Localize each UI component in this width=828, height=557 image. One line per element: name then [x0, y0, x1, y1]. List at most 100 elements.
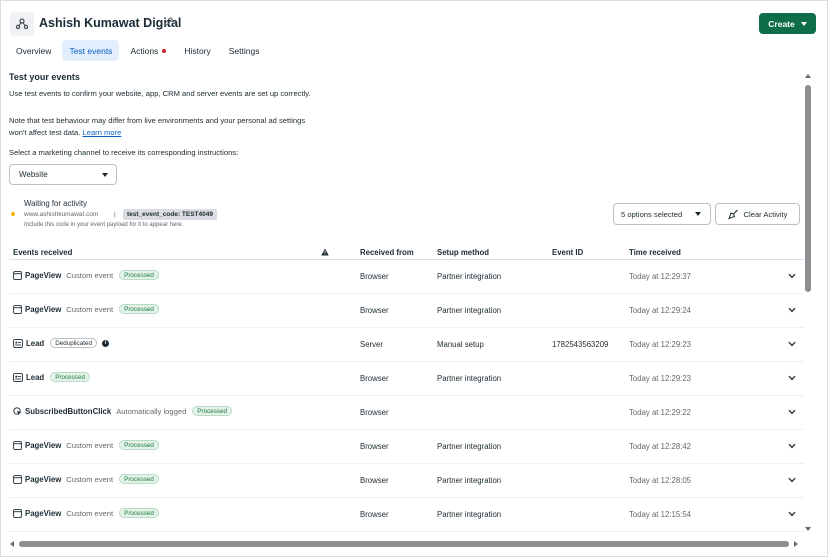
status-badge: Processed	[50, 372, 90, 382]
chevron-down-icon[interactable]	[788, 340, 796, 349]
table-row[interactable]: SubscribedButtonClick Automatically logge…	[9, 396, 804, 430]
scroll-up-arrow-icon[interactable]	[805, 74, 811, 78]
clear-activity-button[interactable]: Clear Activity	[715, 203, 800, 225]
chevron-down-icon[interactable]	[788, 374, 796, 383]
received-from-cell: Browser	[360, 374, 389, 383]
event-cell: PageView Custom event Processed	[13, 474, 159, 484]
event-type: Automatically logged	[116, 406, 187, 416]
filter-options-select[interactable]: 5 options selected	[613, 203, 711, 225]
chevron-down-icon[interactable]	[788, 306, 796, 315]
status-badge: Processed	[119, 270, 159, 280]
event-cell: SubscribedButtonClick Automatically logge…	[13, 406, 233, 416]
received-from-cell: Browser	[360, 408, 389, 417]
event-id-cell: 1782543563209	[552, 340, 609, 349]
learn-more-link[interactable]: Learn more	[83, 128, 122, 137]
horizontal-scrollbar[interactable]	[9, 539, 804, 549]
tab-label: Settings	[228, 45, 260, 56]
tab-settings[interactable]: Settings	[222, 40, 267, 61]
page-icon	[13, 440, 22, 450]
marketing-channel-select[interactable]: Website	[9, 164, 117, 185]
chevron-down-icon[interactable]	[788, 408, 796, 417]
event-name: PageView	[25, 270, 62, 280]
tab-label: Test events	[69, 45, 113, 56]
event-name: PageView	[25, 474, 62, 484]
received-from-cell: Browser	[360, 510, 389, 519]
page-icon	[13, 304, 22, 314]
event-name: PageView	[25, 508, 62, 518]
page-title: Ashish Kumawat Digital	[39, 16, 182, 30]
pencil-edit-icon[interactable]	[163, 16, 175, 28]
vertical-scroll-thumb[interactable]	[805, 85, 811, 292]
test-events-panel: Test your events Use test events to conf…	[9, 70, 804, 540]
test-event-code-badge[interactable]: test_event_code: TEST4049	[123, 209, 217, 220]
status-badge: Deduplicated	[50, 338, 97, 348]
options-select-value: 5 options selected	[621, 209, 683, 219]
table-row[interactable]: Lead Deduplicated i Server Manual setup 17825…	[9, 328, 804, 362]
section-title: Test your events	[9, 72, 80, 82]
scroll-right-arrow-icon[interactable]	[794, 541, 798, 547]
status-badge: Processed	[119, 304, 159, 314]
scroll-down-arrow-icon[interactable]	[805, 527, 811, 531]
button-click-icon	[13, 406, 22, 416]
event-name: SubscribedButtonClick	[25, 406, 112, 416]
page-icon	[13, 474, 22, 484]
website-url: www.ashishkumawat.com	[24, 211, 99, 218]
table-row[interactable]: Lead Processed Browser Partner integration T…	[9, 362, 804, 396]
received-from-cell: Browser	[360, 442, 389, 451]
scroll-left-arrow-icon[interactable]	[10, 541, 14, 547]
broom-icon	[727, 209, 738, 219]
time-received-cell: Today at 12:28:05	[629, 476, 691, 485]
event-type: Custom event	[66, 440, 114, 450]
chevron-down-icon[interactable]	[788, 272, 796, 281]
tab-bar: Overview Test events Actions History Set…	[9, 40, 266, 61]
caret-down-icon	[800, 21, 807, 26]
chevron-down-icon[interactable]	[788, 510, 796, 519]
table-row[interactable]: PageView Custom event Processed Browser Part…	[9, 260, 804, 294]
table-header: Events received Received from Setup meth…	[9, 247, 804, 260]
horizontal-scroll-thumb[interactable]	[19, 541, 789, 547]
setup-method-cell: Partner integration	[437, 306, 502, 315]
setup-method-cell: Partner integration	[437, 374, 502, 383]
col-event-id: Event ID	[552, 248, 584, 257]
received-from-cell: Browser	[360, 306, 389, 315]
event-cell: PageView Custom event Processed	[13, 304, 159, 314]
setup-method-cell: Partner integration	[437, 510, 502, 519]
tab-label: History	[184, 45, 211, 56]
page-header: Ashish Kumawat Digital Create	[8, 10, 820, 38]
table-row[interactable]: PageView Custom event Processed Browser Part…	[9, 294, 804, 328]
table-row[interactable]: PageView Custom event Processed Browser Part…	[9, 464, 804, 498]
event-name: Lead	[26, 338, 45, 348]
chevron-down-icon[interactable]	[788, 442, 796, 451]
time-received-cell: Today at 12:29:22	[629, 408, 691, 417]
event-name: PageView	[25, 440, 62, 450]
tab-actions[interactable]: Actions	[123, 40, 173, 61]
time-received-cell: Today at 12:29:24	[629, 306, 691, 315]
separator: |	[114, 211, 116, 218]
info-icon[interactable]: i	[101, 339, 109, 347]
caret-down-icon	[102, 173, 108, 177]
create-button[interactable]: Create	[759, 13, 816, 34]
test-behaviour-note: Note that test behaviour may differ from…	[9, 115, 349, 138]
lead-icon	[13, 372, 23, 382]
col-received-from: Received from	[360, 248, 414, 257]
event-cell: PageView Custom event Processed	[13, 508, 159, 518]
event-type: Custom event	[66, 270, 114, 280]
received-from-cell: Server	[360, 340, 383, 349]
tab-overview[interactable]: Overview	[9, 40, 58, 61]
time-received-cell: Today at 12:15:54	[629, 510, 691, 519]
note-line-2: won't affect test data.	[9, 127, 81, 137]
event-type: Custom event	[66, 304, 114, 314]
table-row[interactable]: PageView Custom event Processed Browser Part…	[9, 430, 804, 464]
status-badge: Processed	[119, 474, 159, 484]
tab-test-events[interactable]: Test events	[62, 40, 120, 61]
table-row[interactable]: PageView Custom event Processed Browser Part…	[9, 498, 804, 532]
event-cell: Lead Processed	[13, 372, 90, 382]
col-time-received: Time received	[629, 248, 681, 257]
vertical-scrollbar[interactable]	[803, 72, 813, 542]
clear-activity-label: Clear Activity	[743, 209, 788, 219]
chevron-down-icon[interactable]	[788, 476, 796, 485]
alert-dot-icon	[162, 48, 167, 53]
waiting-status-dot-icon	[11, 212, 15, 216]
events-table: Events received Received from Setup meth…	[9, 247, 804, 532]
tab-history[interactable]: History	[177, 40, 217, 61]
